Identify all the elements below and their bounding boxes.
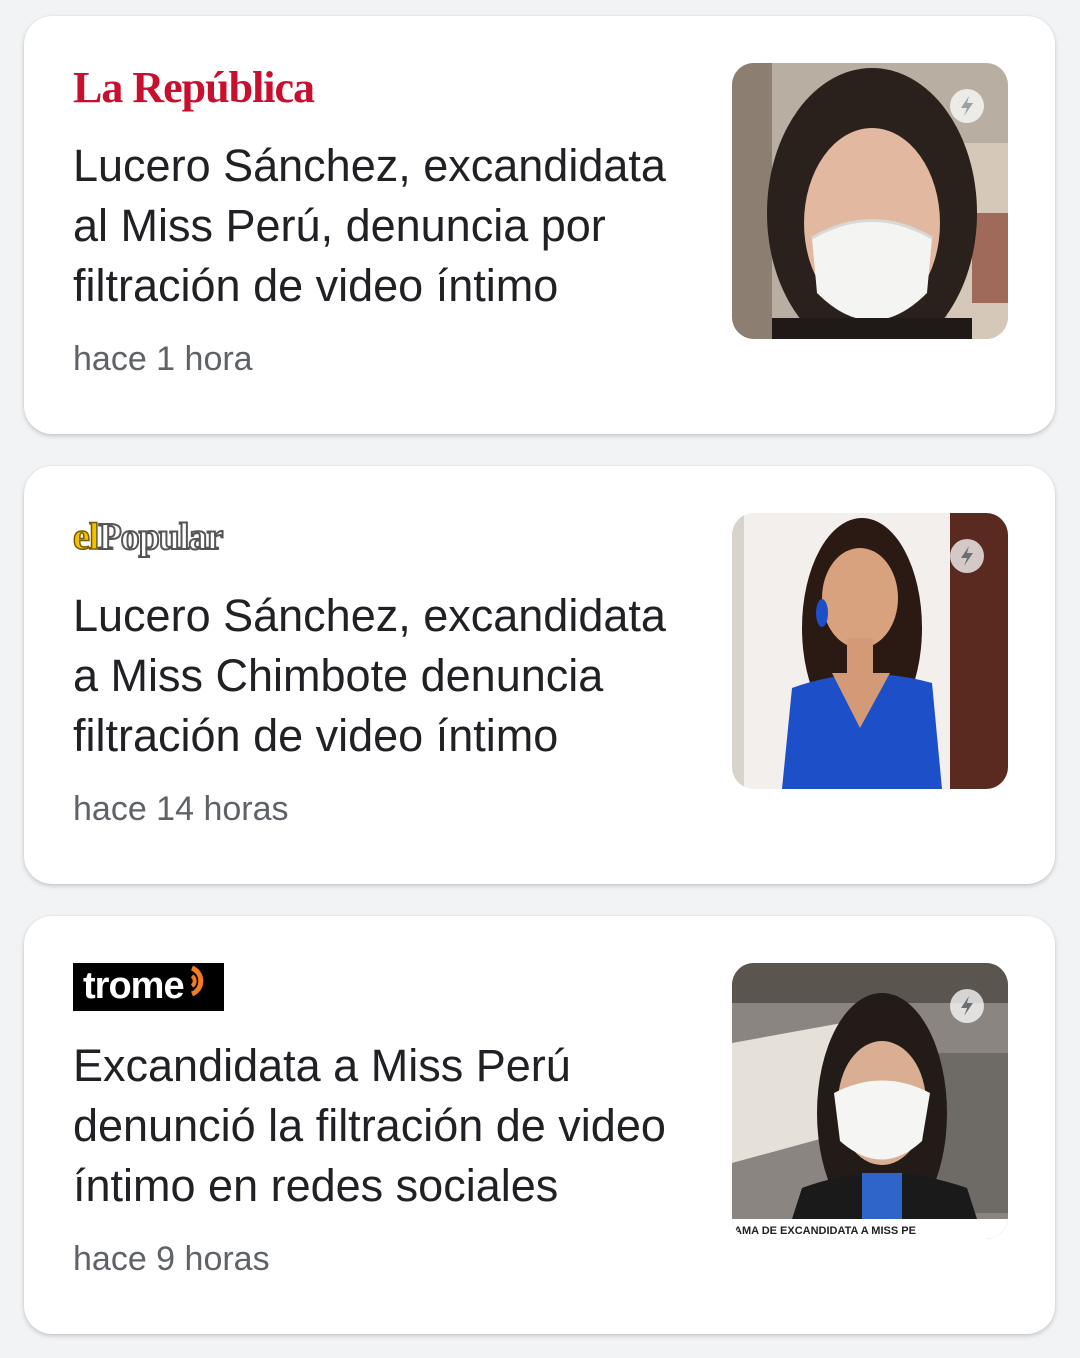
headline[interactable]: Lucero Sánchez, excandidata al Miss Perú… <box>73 136 673 316</box>
publisher-logo: elPopular <box>72 510 224 564</box>
news-card[interactable]: elPopular Lucero Sánchez, excandidata a … <box>24 466 1055 884</box>
news-card[interactable]: La República Lucero Sánchez, excandidata… <box>24 16 1055 434</box>
thumbnail-caption: AMA DE EXCANDIDATA A MISS PE <box>734 1225 916 1237</box>
timestamp: hace 1 hora <box>73 340 253 378</box>
amp-bolt-icon <box>950 89 984 123</box>
news-card[interactable]: trome Excandidata a Miss Perú denunció l… <box>24 916 1055 1334</box>
publisher-prefix: el <box>72 515 100 559</box>
publisher-name: La República <box>73 62 315 112</box>
headline[interactable]: Excandidata a Miss Perú denunció la filt… <box>73 1036 673 1216</box>
publisher-logo: La República <box>73 60 315 114</box>
thumbnail[interactable] <box>732 63 1008 339</box>
trome-arc-icon <box>188 964 216 1008</box>
amp-bolt-icon <box>950 989 984 1023</box>
news-feed: La República Lucero Sánchez, excandidata… <box>0 0 1080 1358</box>
thumbnail[interactable]: AMA DE EXCANDIDATA A MISS PE <box>732 963 1008 1239</box>
publisher-name-text: trome <box>83 964 185 1007</box>
timestamp: hace 9 horas <box>73 1240 270 1278</box>
publisher-name-main: Popular <box>97 515 224 559</box>
headline[interactable]: Lucero Sánchez, excandidata a Miss Chimb… <box>73 586 673 766</box>
publisher-name: elPopular <box>72 515 224 559</box>
publisher-logo: trome <box>73 960 224 1014</box>
publisher-name: trome <box>73 963 224 1011</box>
timestamp: hace 14 horas <box>73 790 289 828</box>
amp-bolt-icon <box>950 539 984 573</box>
thumbnail[interactable] <box>732 513 1008 789</box>
